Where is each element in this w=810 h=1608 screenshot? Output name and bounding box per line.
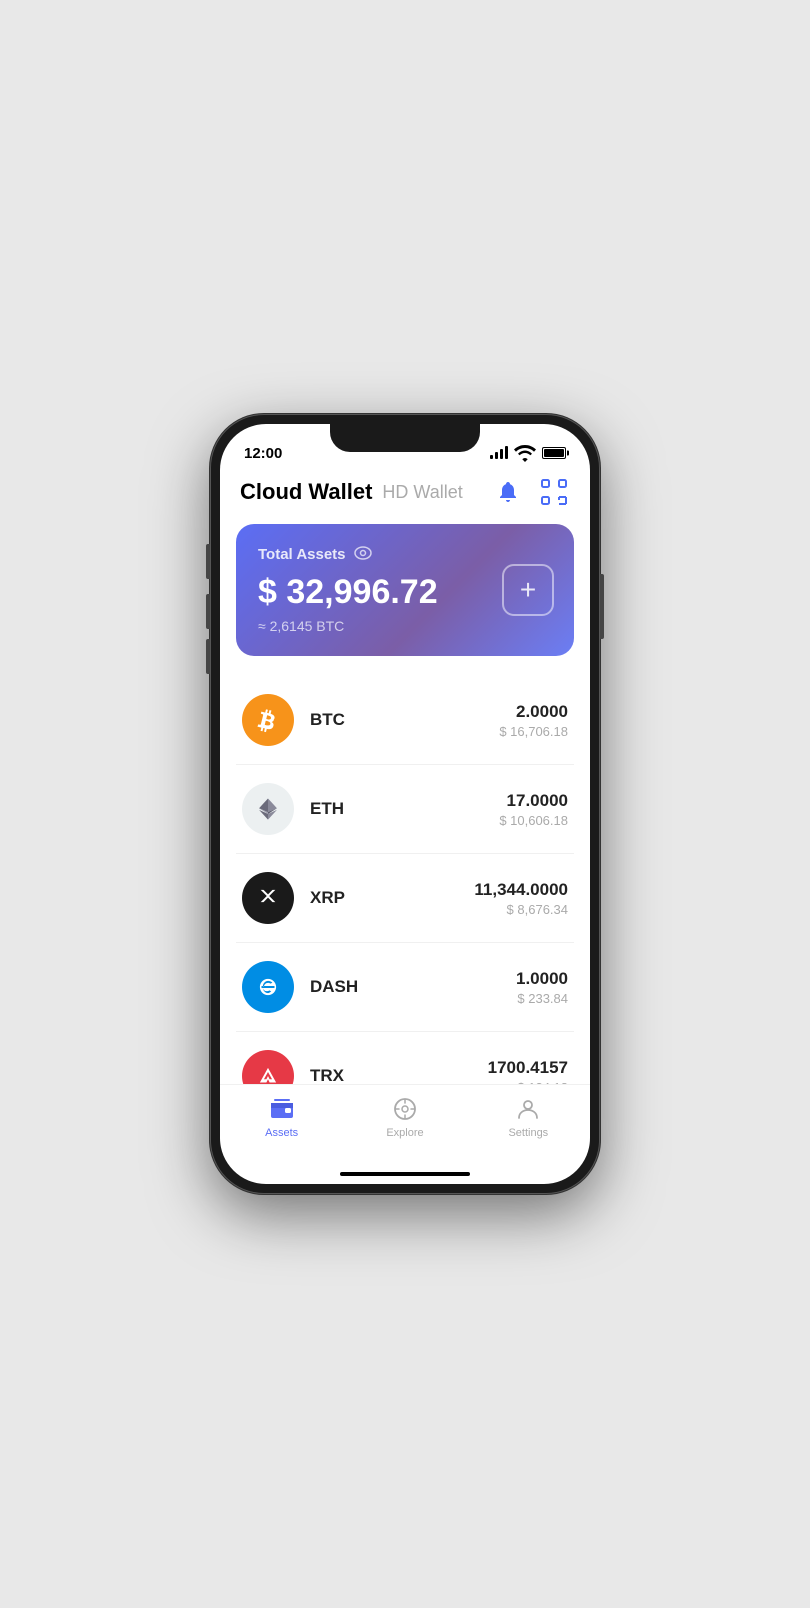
dash-amount: 1.0000 [516, 969, 568, 989]
nav-explore-label: Explore [386, 1127, 423, 1139]
eth-name: ETH [310, 799, 499, 819]
header-left: Cloud Wallet HD Wallet [240, 479, 463, 505]
trx-logo [242, 1050, 294, 1084]
assets-title-row: Total Assets [258, 546, 552, 563]
xrp-logo [242, 872, 294, 924]
coin-item-dash[interactable]: DASH 1.0000 $ 233.84 [236, 943, 574, 1032]
btc-amount: 2.0000 [499, 702, 568, 722]
status-icons [490, 441, 566, 465]
wifi-icon [513, 441, 537, 465]
header: Cloud Wallet HD Wallet [220, 468, 590, 520]
settings-person-icon [514, 1095, 542, 1123]
dash-name: DASH [310, 977, 516, 997]
btc-logo [242, 694, 294, 746]
dash-usd: $ 233.84 [516, 991, 568, 1006]
battery-icon [542, 447, 566, 459]
add-asset-button[interactable]: + [502, 564, 554, 616]
btc-name: BTC [310, 710, 499, 730]
btc-values: 2.0000 $ 16,706.18 [499, 702, 568, 739]
dash-logo [242, 961, 294, 1013]
xrp-amount: 11,344.0000 [474, 880, 568, 900]
wallet-icon [268, 1095, 296, 1123]
home-bar [340, 1172, 470, 1176]
xrp-icon [255, 885, 281, 911]
coin-item-xrp[interactable]: XRP 11,344.0000 $ 8,676.34 [236, 854, 574, 943]
bitcoin-icon [254, 706, 282, 734]
nav-assets[interactable]: Assets [220, 1095, 343, 1139]
nav-explore[interactable]: Explore [343, 1095, 466, 1139]
eye-icon[interactable] [354, 546, 372, 563]
nav-settings[interactable]: Settings [467, 1095, 590, 1139]
scan-icon [541, 479, 567, 505]
eth-logo [242, 783, 294, 835]
coin-item-btc[interactable]: BTC 2.0000 $ 16,706.18 [236, 676, 574, 765]
eth-usd: $ 10,606.18 [499, 813, 568, 828]
eye-svg [354, 546, 372, 560]
phone-screen: 12:00 Cloud Wallet HD Walle [220, 424, 590, 1184]
phone-frame: 12:00 Cloud Wallet HD Walle [210, 414, 600, 1194]
eth-amount: 17.0000 [499, 791, 568, 811]
tron-icon [255, 1063, 281, 1084]
coin-item-trx[interactable]: TRX 1700.4157 $ 124.18 [236, 1032, 574, 1084]
header-icons [492, 476, 570, 508]
cloud-wallet-title: Cloud Wallet [240, 479, 372, 505]
hd-wallet-tab[interactable]: HD Wallet [382, 482, 462, 503]
trx-name: TRX [310, 1066, 488, 1084]
dash-icon [255, 974, 281, 1000]
assets-title: Total Assets [258, 546, 346, 563]
btc-usd: $ 16,706.18 [499, 724, 568, 739]
signal-bars-icon [490, 447, 508, 459]
scan-button[interactable] [538, 476, 570, 508]
status-time: 12:00 [244, 445, 282, 462]
assets-btc-equivalent: ≈ 2,6145 BTC [258, 618, 552, 634]
nav-assets-label: Assets [265, 1127, 298, 1139]
notification-button[interactable] [492, 476, 524, 508]
xrp-usd: $ 8,676.34 [474, 902, 568, 917]
trx-values: 1700.4157 $ 124.18 [488, 1058, 568, 1085]
plus-icon: + [520, 576, 536, 604]
xrp-values: 11,344.0000 $ 8,676.34 [474, 880, 568, 917]
trx-amount: 1700.4157 [488, 1058, 568, 1078]
bell-icon [496, 480, 520, 504]
home-indicator [220, 1164, 590, 1184]
coin-list: BTC 2.0000 $ 16,706.18 [220, 676, 590, 1084]
notch [330, 424, 480, 452]
eth-values: 17.0000 $ 10,606.18 [499, 791, 568, 828]
assets-card: Total Assets $ 32,996.72 ≈ 2,6145 BTC + [236, 524, 574, 656]
nav-settings-label: Settings [508, 1127, 548, 1139]
bottom-nav: Assets Explore [220, 1084, 590, 1164]
dash-values: 1.0000 $ 233.84 [516, 969, 568, 1006]
ethereum-icon [255, 796, 281, 822]
coin-item-eth[interactable]: ETH 17.0000 $ 10,606.18 [236, 765, 574, 854]
xrp-name: XRP [310, 888, 474, 908]
explore-icon [391, 1095, 419, 1123]
